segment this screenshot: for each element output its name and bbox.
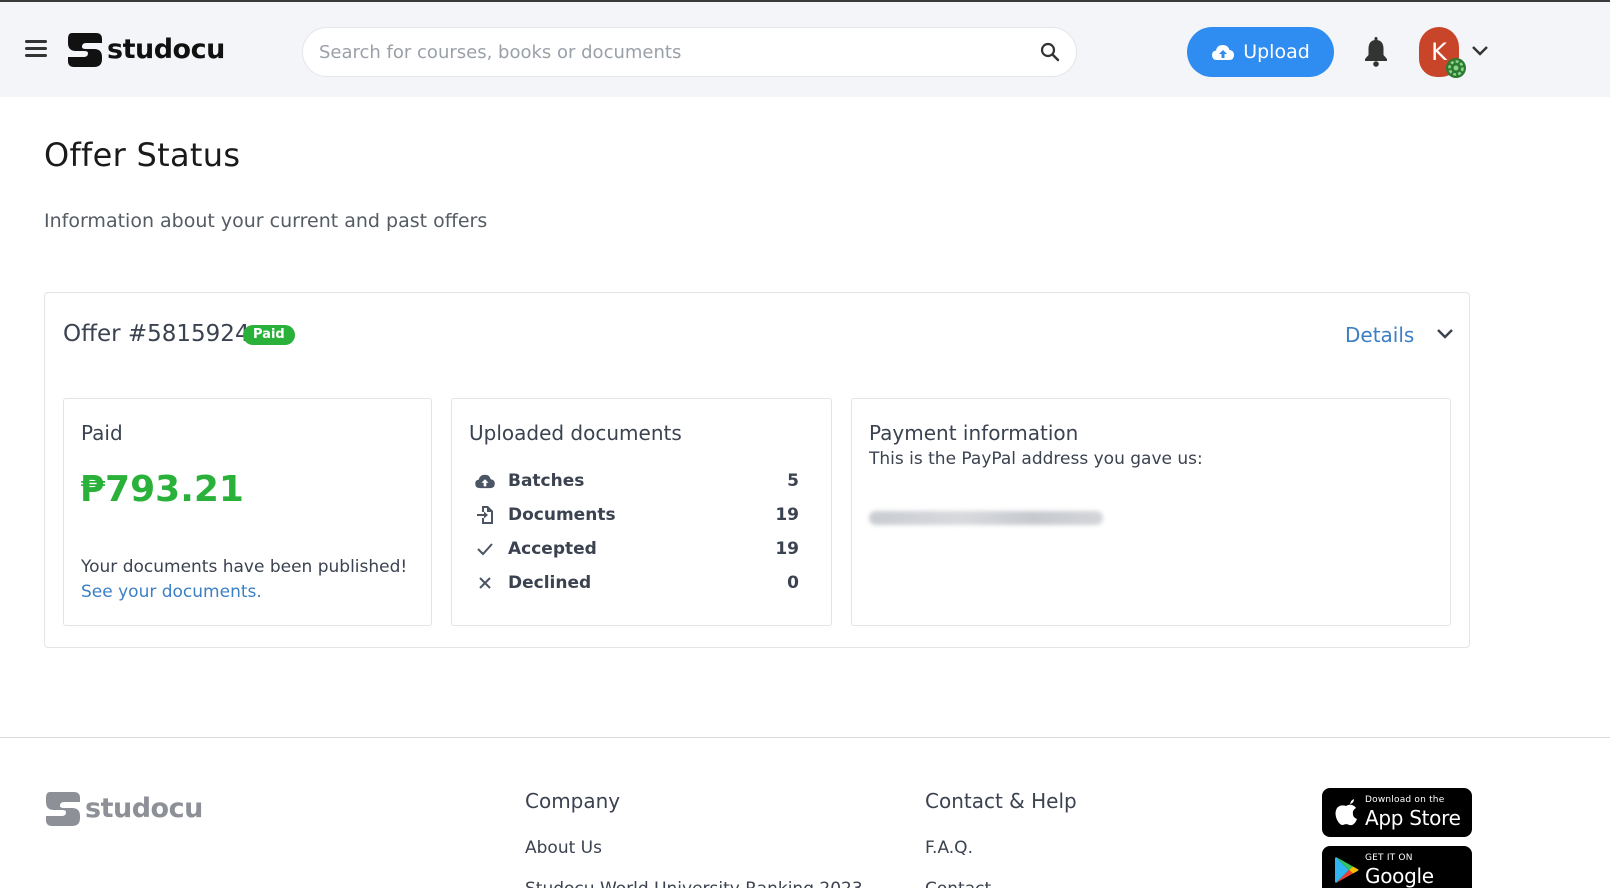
offer-card: Offer #5815924 Paid Details Paid ₱793.21…: [44, 292, 1470, 648]
apple-icon: [1335, 799, 1357, 826]
cloud-upload-icon: [1212, 45, 1235, 60]
studocu-logo-icon: [68, 33, 102, 67]
stat-value: 19: [775, 539, 799, 559]
paypal-email-blurred: [869, 511, 1103, 525]
footer-company-title: Company: [525, 789, 621, 813]
stat-row-documents: Documents 19: [474, 502, 799, 528]
details-link[interactable]: Details: [1345, 323, 1414, 347]
footer-link-faq[interactable]: F.A.Q.: [925, 838, 973, 858]
payment-information-panel: Payment information This is the PayPal a…: [851, 398, 1451, 626]
stat-value: 0: [787, 573, 799, 593]
uploaded-documents-heading: Uploaded documents: [469, 421, 682, 445]
menu-icon[interactable]: [25, 40, 47, 58]
see-documents-link[interactable]: See your documents.: [81, 582, 262, 602]
uploaded-documents-panel: Uploaded documents Batches 5 Documents 1…: [451, 398, 832, 626]
published-message: Your documents have been published!: [81, 557, 408, 577]
stat-label: Accepted: [508, 539, 597, 559]
studocu-logo[interactable]: studocu: [66, 28, 225, 70]
studocu-logo-icon: [46, 792, 80, 826]
stat-label: Documents: [508, 505, 616, 525]
payment-description: This is the PayPal address you gave us:: [869, 449, 1203, 469]
stat-row-declined: Declined 0: [474, 570, 799, 596]
app-store-small-text: Download on the: [1365, 795, 1445, 805]
footer-contact-title: Contact & Help: [925, 789, 1077, 813]
logo-text: studocu: [107, 33, 225, 65]
avatar[interactable]: K: [1419, 27, 1466, 78]
stat-label: Batches: [508, 471, 585, 491]
stat-value: 5: [787, 471, 799, 491]
offer-title: Offer #5815924: [63, 321, 250, 347]
page-subtitle: Information about your current and past …: [44, 210, 488, 232]
google-play-icon: [1335, 857, 1359, 883]
stat-row-accepted: Accepted 19: [474, 536, 799, 562]
chevron-down-icon[interactable]: [1436, 328, 1454, 340]
google-play-big-text: Google Play: [1365, 864, 1434, 888]
app-store-big-text: App Store: [1365, 806, 1461, 830]
file-import-icon: [477, 506, 493, 524]
status-badge: Paid: [243, 325, 295, 345]
stat-row-batches: Batches 5: [474, 468, 799, 494]
footer-logo[interactable]: studocu: [44, 788, 203, 828]
top-navbar: studocu Upload K: [0, 2, 1610, 97]
footer-link-contact[interactable]: Contact: [925, 879, 991, 888]
upload-label: Upload: [1243, 41, 1310, 63]
footer-link-about-us[interactable]: About Us: [525, 838, 602, 858]
gear-icon: [1446, 58, 1466, 78]
google-play-small-text: GET IT ON: [1365, 853, 1413, 863]
footer-divider: [0, 737, 1610, 738]
stat-label: Declined: [508, 573, 592, 593]
stat-value: 19: [775, 505, 799, 525]
search-input[interactable]: [319, 28, 1009, 76]
bell-icon[interactable]: [1363, 37, 1389, 67]
upload-button[interactable]: Upload: [1187, 27, 1334, 77]
google-play-button[interactable]: GET IT ON Google Play: [1322, 846, 1472, 888]
app-store-button[interactable]: Download on the App Store: [1322, 788, 1472, 837]
footer-link-ranking[interactable]: Studocu World University Ranking 2023: [525, 879, 863, 888]
page-title: Offer Status: [44, 136, 241, 174]
payment-heading: Payment information: [869, 421, 1079, 445]
check-icon: [477, 543, 493, 556]
search-bar: [302, 27, 1077, 77]
chevron-down-icon[interactable]: [1471, 45, 1489, 57]
footer-logo-text: studocu: [85, 792, 203, 824]
cloud-upload-icon: [475, 474, 495, 489]
search-icon[interactable]: [1040, 42, 1060, 62]
close-icon: [479, 577, 491, 589]
paid-panel: Paid ₱793.21 Your documents have been pu…: [63, 398, 432, 626]
paid-heading: Paid: [81, 421, 123, 445]
paid-amount: ₱793.21: [80, 469, 244, 510]
